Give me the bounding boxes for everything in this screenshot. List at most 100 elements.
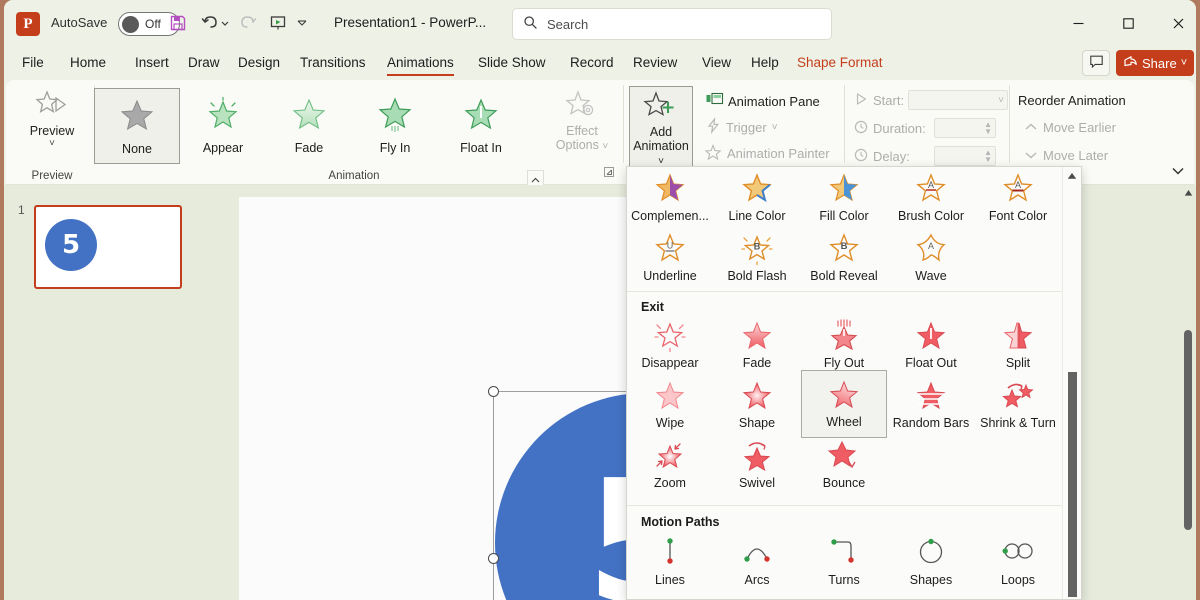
animation-appear-label: Appear xyxy=(202,141,244,155)
effect-wipe[interactable]: Wipe xyxy=(627,376,713,436)
start-dropdown[interactable]: ˅ xyxy=(908,90,1008,110)
effect-label: Font Color xyxy=(988,209,1048,223)
star-gray-icon xyxy=(118,97,156,136)
slide-thumbnail-1[interactable]: 5 xyxy=(34,205,182,289)
effect-fill-color[interactable]: Fill Color xyxy=(801,169,887,229)
effect-zoom-out[interactable]: Zoom xyxy=(627,436,713,496)
effect-underline[interactable]: U Underline xyxy=(627,229,713,289)
preview-chevron-down-icon[interactable]: ˅ xyxy=(49,138,55,149)
effect-options-button[interactable]: Effect Options ˅ xyxy=(551,90,613,152)
animation-painter-button[interactable]: Animation Painter xyxy=(704,143,830,162)
dropdown-scrollbar[interactable] xyxy=(1062,167,1081,599)
tab-home[interactable]: Home xyxy=(70,48,106,78)
animation-appear-button[interactable]: Appear xyxy=(180,88,266,164)
window-minimize-button[interactable] xyxy=(1056,4,1100,42)
move-later-button[interactable]: Move Later xyxy=(1024,148,1108,163)
undo-dropdown-chevron-icon[interactable] xyxy=(218,10,232,38)
redo-icon[interactable] xyxy=(234,10,262,38)
effect-path-shapes[interactable]: Shapes xyxy=(888,533,974,593)
window-maximize-button[interactable] xyxy=(1106,4,1150,42)
effect-label: Turns xyxy=(828,573,860,587)
effect-path-lines[interactable]: Lines xyxy=(627,533,713,593)
effect-float-out[interactable]: Float Out xyxy=(888,316,974,376)
tab-view[interactable]: View xyxy=(702,48,731,78)
effect-wheel[interactable]: Wheel xyxy=(801,370,887,438)
clock-icon xyxy=(854,120,868,137)
svg-text:B: B xyxy=(754,242,761,252)
animation-fade-button[interactable]: Fade xyxy=(266,88,352,164)
preview-button[interactable]: Preview ˅ xyxy=(20,90,84,149)
scroll-up-arrow-icon[interactable] xyxy=(1180,185,1196,201)
animation-flyin-button[interactable]: Fly In xyxy=(352,88,438,164)
delay-spinner[interactable]: ▲ ▼ xyxy=(934,146,996,166)
tab-insert[interactable]: Insert xyxy=(135,48,169,78)
autosave-label: AutoSave xyxy=(51,15,108,30)
effect-wave[interactable]: A Wave xyxy=(888,229,974,289)
window-close-button[interactable] xyxy=(1156,4,1196,42)
effect-random-bars[interactable]: Random Bars xyxy=(888,376,974,436)
search-input[interactable]: Search xyxy=(512,8,832,40)
emphasis-section: Complemen... Line Color Fill Color A Bru… xyxy=(627,167,1064,291)
effect-label: Underline xyxy=(643,269,697,283)
slide-number-label: 1 xyxy=(18,203,25,217)
tab-file[interactable]: File xyxy=(22,48,44,78)
star-line-color-icon xyxy=(740,173,774,206)
effect-bold-flash[interactable]: B Bold Flash xyxy=(714,229,800,289)
move-earlier-button[interactable]: Move Earlier xyxy=(1024,120,1116,135)
slide-pane-scrollbar[interactable] xyxy=(1180,185,1196,600)
animation-none-button[interactable]: None xyxy=(94,88,180,164)
effect-bounce[interactable]: Bounce xyxy=(801,436,887,496)
effect-disappear[interactable]: Disappear xyxy=(627,316,713,376)
effect-shrink-turn[interactable]: Shrink & Turn xyxy=(975,376,1061,436)
tab-design[interactable]: Design xyxy=(238,48,280,78)
effect-split[interactable]: Split xyxy=(975,316,1061,376)
more-commands-icon[interactable] xyxy=(294,10,310,38)
effect-shape[interactable]: Shape xyxy=(714,376,800,436)
effect-path-arcs[interactable]: Arcs xyxy=(714,533,800,593)
delay-spin-arrows-icon[interactable]: ▲ ▼ xyxy=(984,149,992,164)
effect-path-loops[interactable]: Loops xyxy=(975,533,1061,593)
save-icon[interactable] xyxy=(164,10,192,38)
animation-dialog-launcher[interactable] xyxy=(604,167,615,181)
trigger-button[interactable]: Trigger ˅ xyxy=(706,116,778,136)
resize-handle-middle-left[interactable] xyxy=(488,553,499,564)
autosave-toggle-knob xyxy=(122,16,139,33)
resize-handle-top-left[interactable] xyxy=(488,386,499,397)
tab-shape-format[interactable]: Shape Format xyxy=(797,48,883,78)
effect-font-color[interactable]: A Font Color xyxy=(975,169,1061,229)
section-divider xyxy=(627,505,1064,506)
tab-record[interactable]: Record xyxy=(570,48,614,78)
effect-options-chevron-down-icon: ˅ xyxy=(602,141,609,152)
dropdown-scroll-up-arrow-icon[interactable] xyxy=(1063,167,1081,185)
duration-spin-arrows-icon[interactable]: ▲ ▼ xyxy=(984,121,992,136)
effect-brush-color[interactable]: A Brush Color xyxy=(888,169,974,229)
exit-section-title: Exit xyxy=(641,300,664,314)
tab-animations[interactable]: Animations xyxy=(387,48,454,78)
scrollbar-thumb[interactable] xyxy=(1184,330,1192,530)
add-animation-button[interactable]: Add Animation ˅ xyxy=(629,86,693,175)
powerpoint-window: P AutoSave Off Presentation1 - PowerP... xyxy=(4,0,1196,600)
ribbon-collapse-chevron-down-icon[interactable] xyxy=(1170,165,1186,180)
effect-label: Fly Out xyxy=(823,356,865,370)
present-icon[interactable] xyxy=(264,10,292,38)
effect-line-color[interactable]: Line Color xyxy=(714,169,800,229)
effect-fly-out[interactable]: Fly Out xyxy=(801,316,887,376)
share-button[interactable]: Share ˅ xyxy=(1116,50,1194,76)
dropdown-scrollbar-thumb[interactable] xyxy=(1068,372,1077,597)
effect-fade-out[interactable]: Fade xyxy=(714,316,800,376)
tab-transitions[interactable]: Transitions xyxy=(300,48,366,78)
effect-swivel[interactable]: Swivel xyxy=(714,436,800,496)
tab-review[interactable]: Review xyxy=(633,48,677,78)
duration-spinner[interactable]: ▲ ▼ xyxy=(934,118,996,138)
tab-draw[interactable]: Draw xyxy=(188,48,220,78)
animation-floatin-button[interactable]: Float In xyxy=(438,88,524,164)
effect-bold-reveal[interactable]: B Bold Reveal xyxy=(801,229,887,289)
animation-pane-button[interactable]: Animation Pane xyxy=(706,92,820,110)
tab-slide-show[interactable]: Slide Show xyxy=(478,48,546,78)
tab-help[interactable]: Help xyxy=(751,48,779,78)
effect-complementary-color[interactable]: Complemen... xyxy=(627,169,713,229)
group-separator xyxy=(1009,85,1010,163)
comments-button[interactable] xyxy=(1082,50,1110,76)
effect-path-turns[interactable]: Turns xyxy=(801,533,887,593)
path-turns-icon xyxy=(827,537,861,570)
